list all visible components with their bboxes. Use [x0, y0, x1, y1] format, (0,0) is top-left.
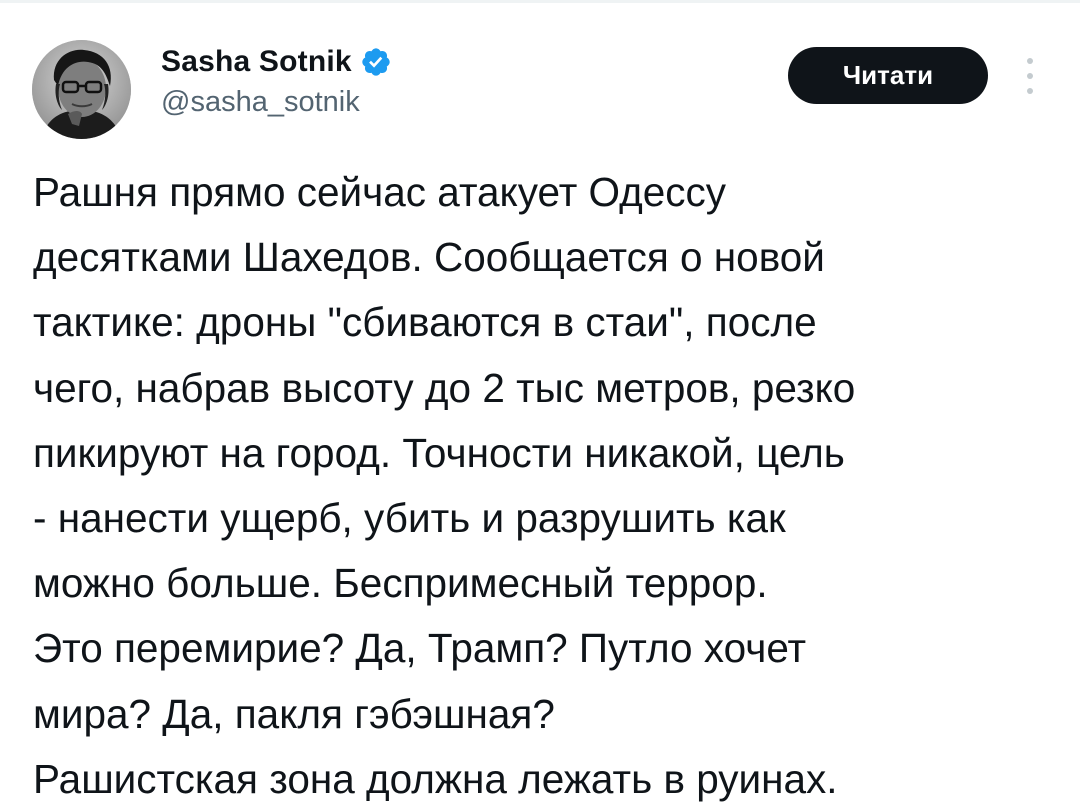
tweet-text-line: Рашистская зона должна лежать в руинах. [33, 755, 838, 802]
tweet-text-line: - нанести ущерб, убить и разрушить как [33, 494, 786, 541]
read-button[interactable]: Читати [788, 47, 988, 104]
tweet-text-line: мира? Да, пакля гэбэшная? [33, 690, 555, 737]
more-dot [1027, 58, 1033, 64]
tweet-text-line: можно больше. Беспримесный террор. [33, 560, 768, 607]
tweet-text: Рашня прямо сейчас атакует Одессу десятк… [33, 160, 1073, 812]
more-dot [1027, 73, 1033, 79]
verified-badge-icon [360, 46, 392, 78]
author-handle[interactable]: @sasha_sotnik [161, 86, 360, 119]
tweet-text-line: Это перемирие? Да, Трамп? Путло хочет [33, 625, 807, 672]
author-name-row[interactable]: Sasha Sotnik [161, 44, 392, 80]
tweet-text-line: чего, набрав высоту до 2 тыс метров, рез… [33, 364, 856, 411]
avatar[interactable] [32, 40, 131, 139]
tweet-text-line: десятками Шахедов. Сообщается о новой [33, 234, 825, 281]
more-dot [1027, 88, 1033, 94]
top-divider [0, 0, 1080, 3]
profile-photo-icon [32, 40, 131, 139]
more-vertical-icon[interactable] [1018, 58, 1042, 94]
tweet-text-line: тактике: дроны "сбиваются в стаи", после [33, 299, 817, 346]
tweet-text-line: Рашня прямо сейчас атакует Одессу [33, 169, 727, 215]
author-display-name[interactable]: Sasha Sotnik [161, 45, 352, 79]
tweet-text-line: пикируют на город. Точности никакой, цел… [33, 429, 845, 476]
